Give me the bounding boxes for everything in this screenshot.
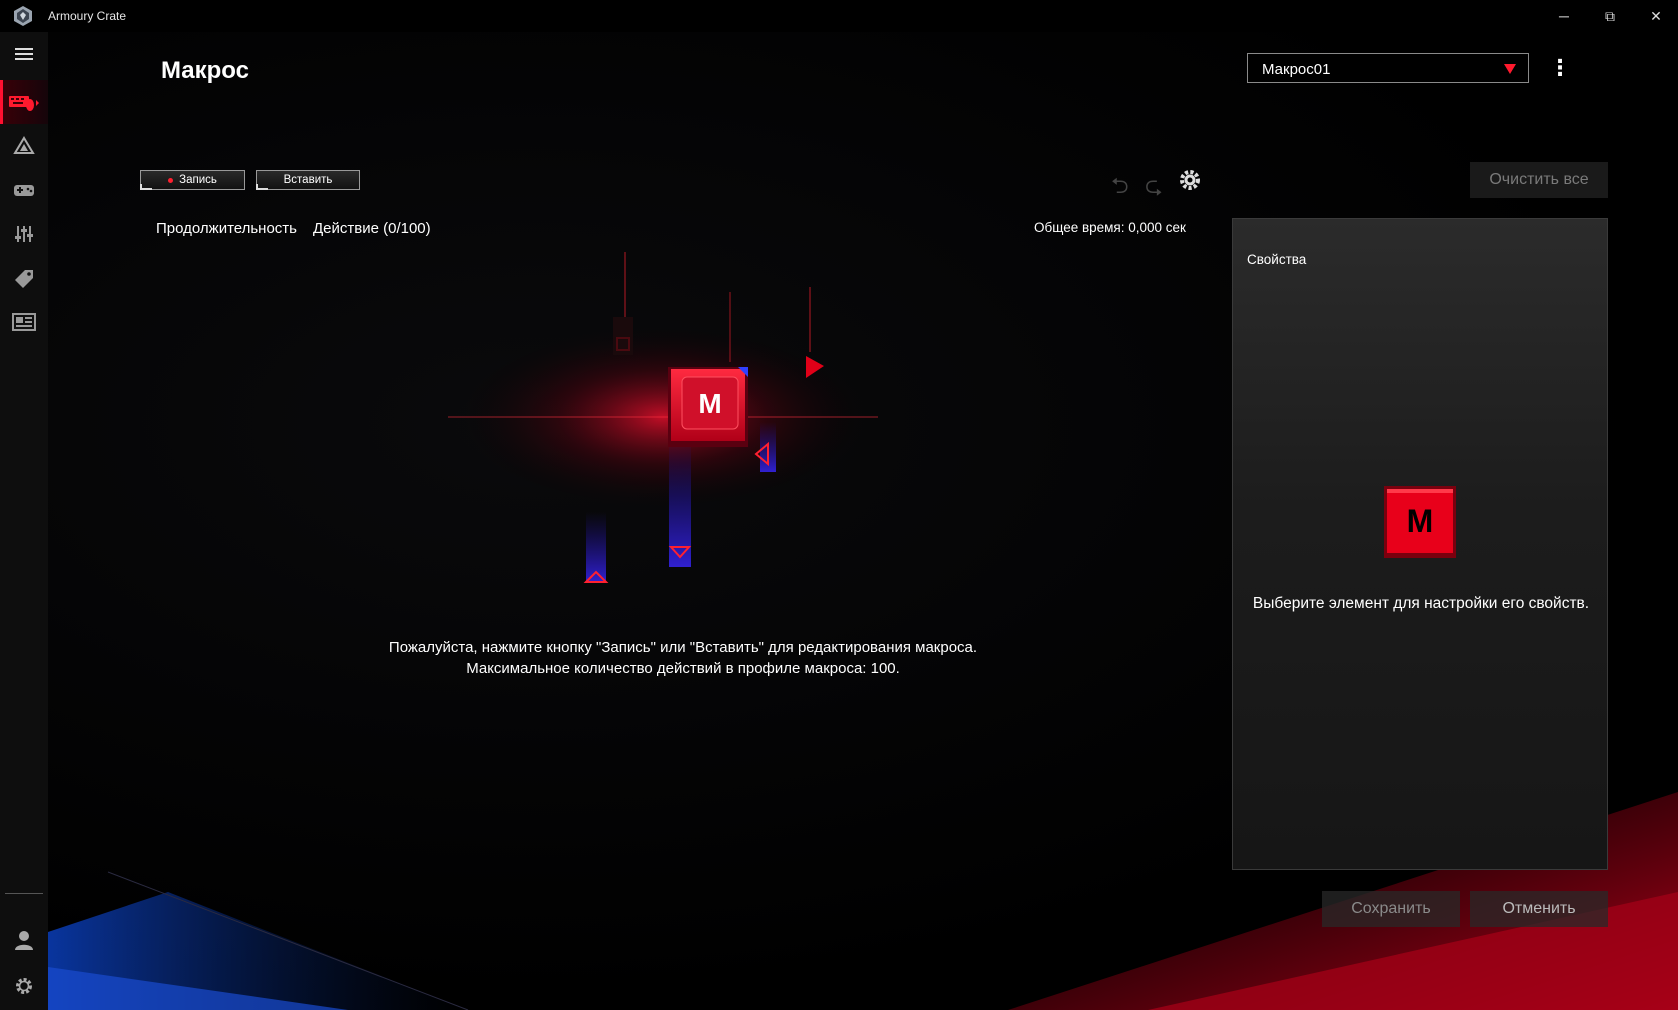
sidebar-item-aura[interactable] xyxy=(0,124,48,168)
minimize-button[interactable]: ─ xyxy=(1541,0,1587,32)
sidebar-item-keyboard[interactable] xyxy=(0,80,48,124)
news-icon xyxy=(12,313,36,331)
sidebar-item-tuning[interactable] xyxy=(0,212,48,256)
insert-button-label: Вставить xyxy=(283,174,333,186)
total-time-label: Общее время: 0,000 сек xyxy=(1034,220,1186,235)
properties-key-letter: M xyxy=(1407,503,1434,539)
sidebar xyxy=(0,32,49,1010)
action-column-header: Действие (0/100) xyxy=(313,220,431,237)
maximize-button[interactable]: ⧉ xyxy=(1587,0,1633,32)
empty-state-hint: Пожалуйста, нажмите кнопку "Запись" или … xyxy=(318,637,1048,679)
macro-empty-illustration: S M xyxy=(448,252,878,583)
record-button[interactable]: Запись xyxy=(140,170,245,190)
app-title: Armoury Crate xyxy=(48,9,127,23)
tag-icon xyxy=(15,270,33,288)
properties-panel: Свойства M Выберите элемент для настройк… xyxy=(1232,218,1608,870)
record-dot-icon xyxy=(168,177,174,183)
close-button[interactable]: ✕ xyxy=(1633,0,1678,32)
main-content: Макрос Макрос01 ⋮ Запись Вставить ⮌ ⮎ Оч… xyxy=(48,32,1678,1010)
sidebar-item-settings[interactable] xyxy=(0,964,48,1008)
empty-state-line-2: Максимальное количество действий в профи… xyxy=(466,660,900,677)
sidebar-item-game[interactable] xyxy=(0,168,48,212)
user-icon xyxy=(15,931,33,950)
duration-column-header: Продолжительность xyxy=(156,220,297,237)
empty-state-line-1: Пожалуйста, нажмите кнопку "Запись" или … xyxy=(388,639,978,656)
clear-all-button[interactable]: Очистить все xyxy=(1470,162,1608,198)
insert-button[interactable]: Вставить xyxy=(256,170,360,190)
record-button-label: Запись xyxy=(179,174,217,186)
macro-key-icon: M xyxy=(1384,486,1456,558)
properties-hint: Выберите элемент для настройки его свойс… xyxy=(1252,595,1590,612)
sidebar-item-account[interactable] xyxy=(0,918,48,962)
cancel-button[interactable]: Отменить xyxy=(1470,891,1608,927)
redo-icon[interactable]: ⮎ xyxy=(1145,169,1163,207)
gear-icon xyxy=(16,978,32,994)
sidebar-item-deals[interactable] xyxy=(0,256,48,300)
title-bar: Armoury Crate ─ ⧉ ✕ xyxy=(0,0,1678,32)
macro-profile-value: Макрос01 xyxy=(1262,61,1331,78)
undo-icon[interactable]: ⮌ xyxy=(1111,169,1129,207)
gamepad-icon xyxy=(14,185,34,196)
sidebar-divider xyxy=(5,893,43,894)
macro-profile-dropdown[interactable]: Макрос01 xyxy=(1247,53,1529,83)
keyboard-mouse-icon xyxy=(9,96,39,111)
armoury-crate-logo-icon xyxy=(14,6,32,26)
page-title: Макрос xyxy=(161,57,249,84)
hamburger-menu-icon xyxy=(15,48,33,60)
macro-settings-gear-icon[interactable] xyxy=(1178,168,1202,192)
chevron-down-icon xyxy=(1504,64,1516,74)
save-button[interactable]: Сохранить xyxy=(1322,891,1460,927)
sliders-icon xyxy=(15,226,33,242)
sidebar-menu-toggle[interactable] xyxy=(0,32,48,76)
aura-triangle-icon xyxy=(13,136,35,154)
properties-title: Свойства xyxy=(1247,252,1307,267)
illustration-key-letter: M xyxy=(698,388,721,419)
sidebar-item-news[interactable] xyxy=(0,300,48,344)
more-options-button[interactable]: ⋮ xyxy=(1548,54,1572,82)
